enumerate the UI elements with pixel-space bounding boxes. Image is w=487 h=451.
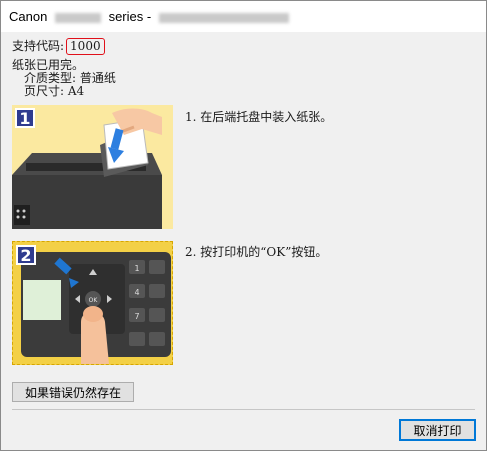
step-1-illustration: 1 xyxy=(12,105,173,229)
dialog-body: 支持代码: 1000 纸张已用完。 介质类型: 普通纸 页尺寸: A4 1 1.… xyxy=(1,32,486,450)
keypad-key-4: 4 xyxy=(134,288,139,297)
ok-key-label: OK xyxy=(89,297,99,304)
step-1-badge: 1 xyxy=(15,108,35,128)
redacted-model-name xyxy=(54,12,101,23)
printer-error-dialog: Canon series - 支持代码: 1000 纸张已用完。 介质类型: 普通… xyxy=(0,0,487,451)
step-2-instruction: 2. 按打印机的“OK”按钮。 xyxy=(185,245,328,259)
step-2-illustration: OK 1 4 7 2 xyxy=(12,241,173,365)
step-2-badge: 2 xyxy=(16,245,36,265)
keypad-key-7: 7 xyxy=(134,312,139,321)
title-middle: series - xyxy=(108,9,152,24)
if-error-persists-button[interactable]: 如果错误仍然存在 xyxy=(12,382,134,402)
printer-ok-button-image: OK 1 4 7 xyxy=(13,242,172,364)
keypad-key-1: 1 xyxy=(134,264,139,273)
redacted-printer-id xyxy=(158,12,289,23)
title-bar: Canon series - xyxy=(1,1,486,32)
support-code-label: 支持代码: xyxy=(12,39,65,53)
error-status: 纸张已用完。 介质类型: 普通纸 页尺寸: A4 xyxy=(12,59,116,98)
support-code-value: 1000 xyxy=(66,38,105,55)
error-message: 纸张已用完。 xyxy=(12,58,85,72)
cancel-printing-button[interactable]: 取消打印 xyxy=(399,419,476,441)
divider xyxy=(12,409,475,410)
title-prefix: Canon xyxy=(9,9,48,24)
support-code-line: 支持代码: 1000 xyxy=(12,37,105,55)
printer-loading-paper-image xyxy=(12,105,173,229)
step-1-instruction: 1. 在后端托盘中装入纸张。 xyxy=(185,110,333,124)
window-title: Canon series - xyxy=(9,9,293,24)
page-size-line: 页尺寸: A4 xyxy=(24,84,85,98)
